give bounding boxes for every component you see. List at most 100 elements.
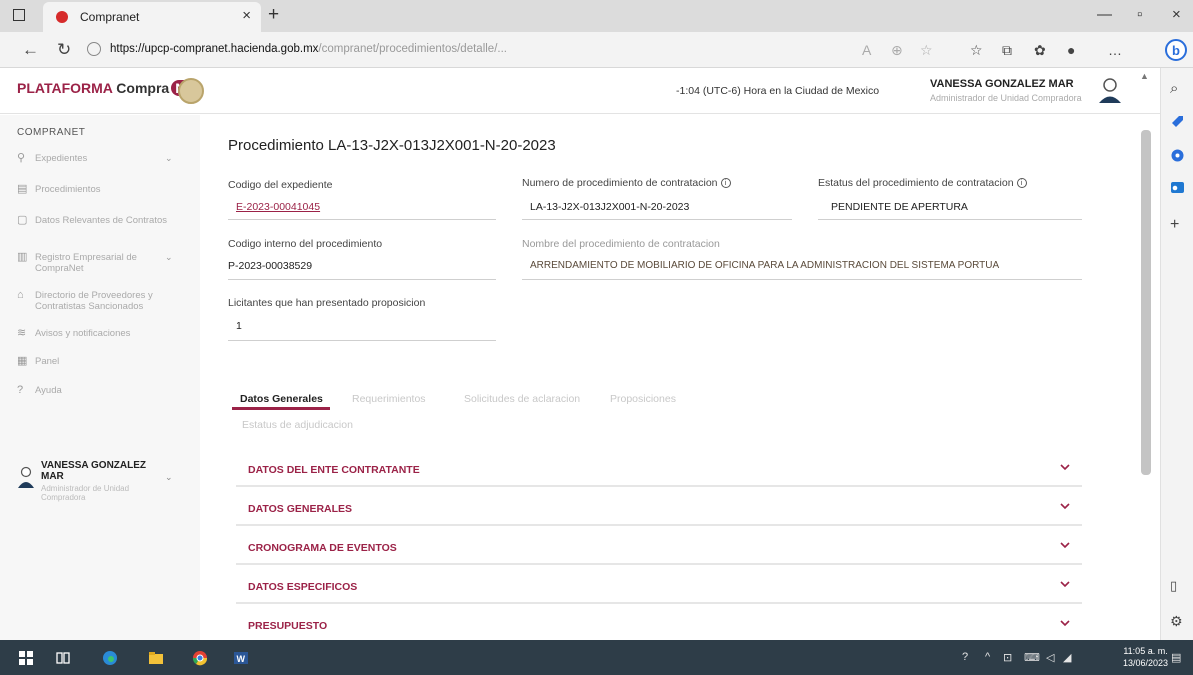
active-tab-indicator <box>232 407 330 410</box>
collections-icon[interactable]: ⧉ <box>1002 42 1012 59</box>
compranet-logo[interactable]: PLATAFORMA CompraNet <box>17 80 202 96</box>
read-aloud-icon[interactable]: A <box>862 42 871 58</box>
sidebar-item-label: Datos Relevantes de Contratos <box>35 215 168 226</box>
licitantes-value: 1 <box>236 320 242 332</box>
url-field[interactable]: https://upcp-compranet.hacienda.gob.mx/c… <box>110 43 840 55</box>
file-explorer-icon[interactable] <box>148 650 164 666</box>
keyboard-icon[interactable]: ⌨ <box>1024 651 1040 664</box>
field-divider <box>522 279 1082 280</box>
favorites-icon[interactable]: ☆ <box>970 42 983 59</box>
chevron-down-icon <box>1060 464 1070 471</box>
notifications-icon[interactable]: ▤ <box>1171 651 1181 664</box>
accordion-datos-ente[interactable]: DATOS DEL ENTE CONTRATANTE <box>236 453 1082 487</box>
add-icon[interactable]: + <box>1170 216 1185 233</box>
info-icon[interactable]: i <box>1016 178 1027 188</box>
browser-tab[interactable]: Compranet × <box>43 2 261 32</box>
sidebar-toggle-icon[interactable]: ▯ <box>1170 578 1185 593</box>
clock-time: 11:05 a. m. <box>1123 646 1168 656</box>
clock-date: 13/06/2023 <box>1123 658 1169 668</box>
more-options-icon[interactable]: … <box>1108 42 1122 58</box>
tab-requerimientos[interactable]: Requerimientos <box>352 393 426 405</box>
chevron-down-icon: ⌄ <box>165 472 173 482</box>
outlook-icon[interactable] <box>1170 180 1185 195</box>
close-tab-icon[interactable]: × <box>242 7 251 24</box>
bell-icon: ≋ <box>17 327 27 339</box>
building-icon: ▥ <box>17 251 28 263</box>
browser-tab-strip: Compranet × + — ▫ × <box>0 0 1193 32</box>
accordion-label: DATOS DEL ENTE CONTRATANTE <box>248 464 420 476</box>
close-window-icon[interactable]: × <box>1172 6 1181 23</box>
word-icon[interactable]: W <box>233 650 249 666</box>
windows-taskbar: W ? ^ ⊡ ⌨ ◁ ◢ 11:05 a. m. 13/06/2023 ▤ <box>0 640 1193 675</box>
tab-datos-generales[interactable]: Datos Generales <box>240 393 323 405</box>
clipboard-icon: ▤ <box>17 183 28 195</box>
numero-label-text: Numero de procedimiento de contratacion <box>522 177 718 189</box>
tab-solicitudes-aclaracion[interactable]: Solicitudes de aclaracion <box>464 393 580 405</box>
help-tray-icon[interactable]: ? <box>962 651 968 663</box>
sidebar-item-label: Avisos y notificaciones <box>35 328 131 339</box>
minimize-icon[interactable]: — <box>1097 6 1112 23</box>
refresh-icon[interactable]: ↻ <box>57 40 71 60</box>
tag-icon[interactable] <box>1170 114 1185 129</box>
edge-sidebar: ⌕ + ▯ ⚙ <box>1160 68 1193 640</box>
interno-value: P-2023-00038529 <box>228 260 313 272</box>
sidebar-item-label: Registro Empresarial de CompraNet <box>35 252 137 274</box>
nombre-value: ARRENDAMIENTO DE MOBILIARIO DE OFICINA P… <box>530 260 1000 271</box>
chevron-down-icon <box>1060 620 1070 627</box>
new-tab-icon[interactable]: + <box>268 4 279 26</box>
edge-browser-icon[interactable] <box>102 650 118 666</box>
field-divider <box>228 340 496 341</box>
accordion-datos-generales[interactable]: DATOS GENERALES <box>236 492 1082 526</box>
logo-text-plataforma: PLATAFORMA <box>17 80 113 96</box>
network-icon[interactable]: ⊡ <box>1003 651 1012 664</box>
chrome-icon[interactable] <box>192 650 208 666</box>
restore-icon[interactable]: ▫ <box>1137 6 1142 23</box>
volume-icon[interactable]: ◁ <box>1046 651 1054 664</box>
accordion-presupuesto[interactable]: PRESUPUESTO <box>236 609 1082 640</box>
accordion-datos-especificos[interactable]: DATOS ESPECIFICOS <box>236 570 1082 604</box>
tab-proposiciones[interactable]: Proposiciones <box>610 393 676 405</box>
sidebar-item-label: Procedimientos <box>35 184 101 195</box>
browser-address-bar: ← ↻ https://upcp-compranet.hacienda.gob.… <box>0 32 1193 68</box>
user-avatar-icon <box>18 466 34 488</box>
search-icon[interactable]: ⌕ <box>1170 80 1185 97</box>
interno-label: Codigo interno del procedimiento <box>228 238 383 250</box>
tab-estatus-adjudicacion[interactable]: Estatus de adjudicacion <box>242 419 353 431</box>
accordion-cronograma[interactable]: CRONOGRAMA DE EVENTOS <box>236 531 1082 565</box>
sidebar-item-label: Expedientes <box>35 153 88 164</box>
info-icon[interactable]: i <box>720 178 731 188</box>
table-icon: ▦ <box>17 355 28 367</box>
government-seal-icon <box>178 78 204 104</box>
extensions-icon[interactable]: ✿ <box>1034 42 1046 59</box>
back-icon[interactable]: ← <box>22 40 39 60</box>
sidebar-item-label: Ayuda <box>35 385 62 396</box>
profile-icon[interactable]: ● <box>1067 42 1075 58</box>
show-hidden-icons-icon[interactable]: ^ <box>985 651 990 663</box>
estatus-label-text: Estatus del procedimiento de contratacio… <box>818 177 1014 189</box>
numero-value: LA-13-J2X-013J2X001-N-20-2023 <box>530 201 690 213</box>
task-view-icon[interactable] <box>55 650 71 666</box>
scroll-up-icon[interactable]: ▲ <box>1140 71 1149 81</box>
taskbar-clock[interactable]: 11:05 a. m. 13/06/2023 <box>1123 645 1168 669</box>
sidebar-user-name: VANESSA GONZALEZ MAR <box>41 460 147 482</box>
bing-copilot-icon[interactable]: b <box>1165 39 1187 61</box>
language-icon[interactable]: ◢ <box>1063 651 1071 664</box>
zoom-icon[interactable]: ⊕ <box>891 42 903 59</box>
url-path: /compranet/procedimientos/detalle/... <box>318 43 507 55</box>
expediente-link[interactable]: E-2023-00041045 <box>236 201 320 213</box>
sidebar-item-label: Panel <box>35 356 60 367</box>
windows-start-icon[interactable] <box>18 650 34 666</box>
tools-icon[interactable] <box>1170 148 1185 163</box>
url-host: https://upcp-compranet.hacienda.gob.mx <box>110 43 319 55</box>
page-scrollbar[interactable] <box>1140 118 1152 638</box>
chevron-down-icon <box>1060 503 1070 510</box>
favorite-star-icon[interactable]: ☆ <box>920 42 933 59</box>
site-info-icon[interactable] <box>87 42 101 56</box>
scrollbar-thumb[interactable] <box>1141 130 1151 475</box>
document-icon: ▢ <box>17 214 28 226</box>
tab-actions-icon[interactable] <box>13 9 25 21</box>
user-avatar-icon[interactable] <box>1097 76 1123 104</box>
settings-gear-icon[interactable]: ⚙ <box>1170 613 1185 629</box>
svg-text:b: b <box>1172 43 1180 58</box>
accordion-label: PRESUPUESTO <box>248 620 328 632</box>
